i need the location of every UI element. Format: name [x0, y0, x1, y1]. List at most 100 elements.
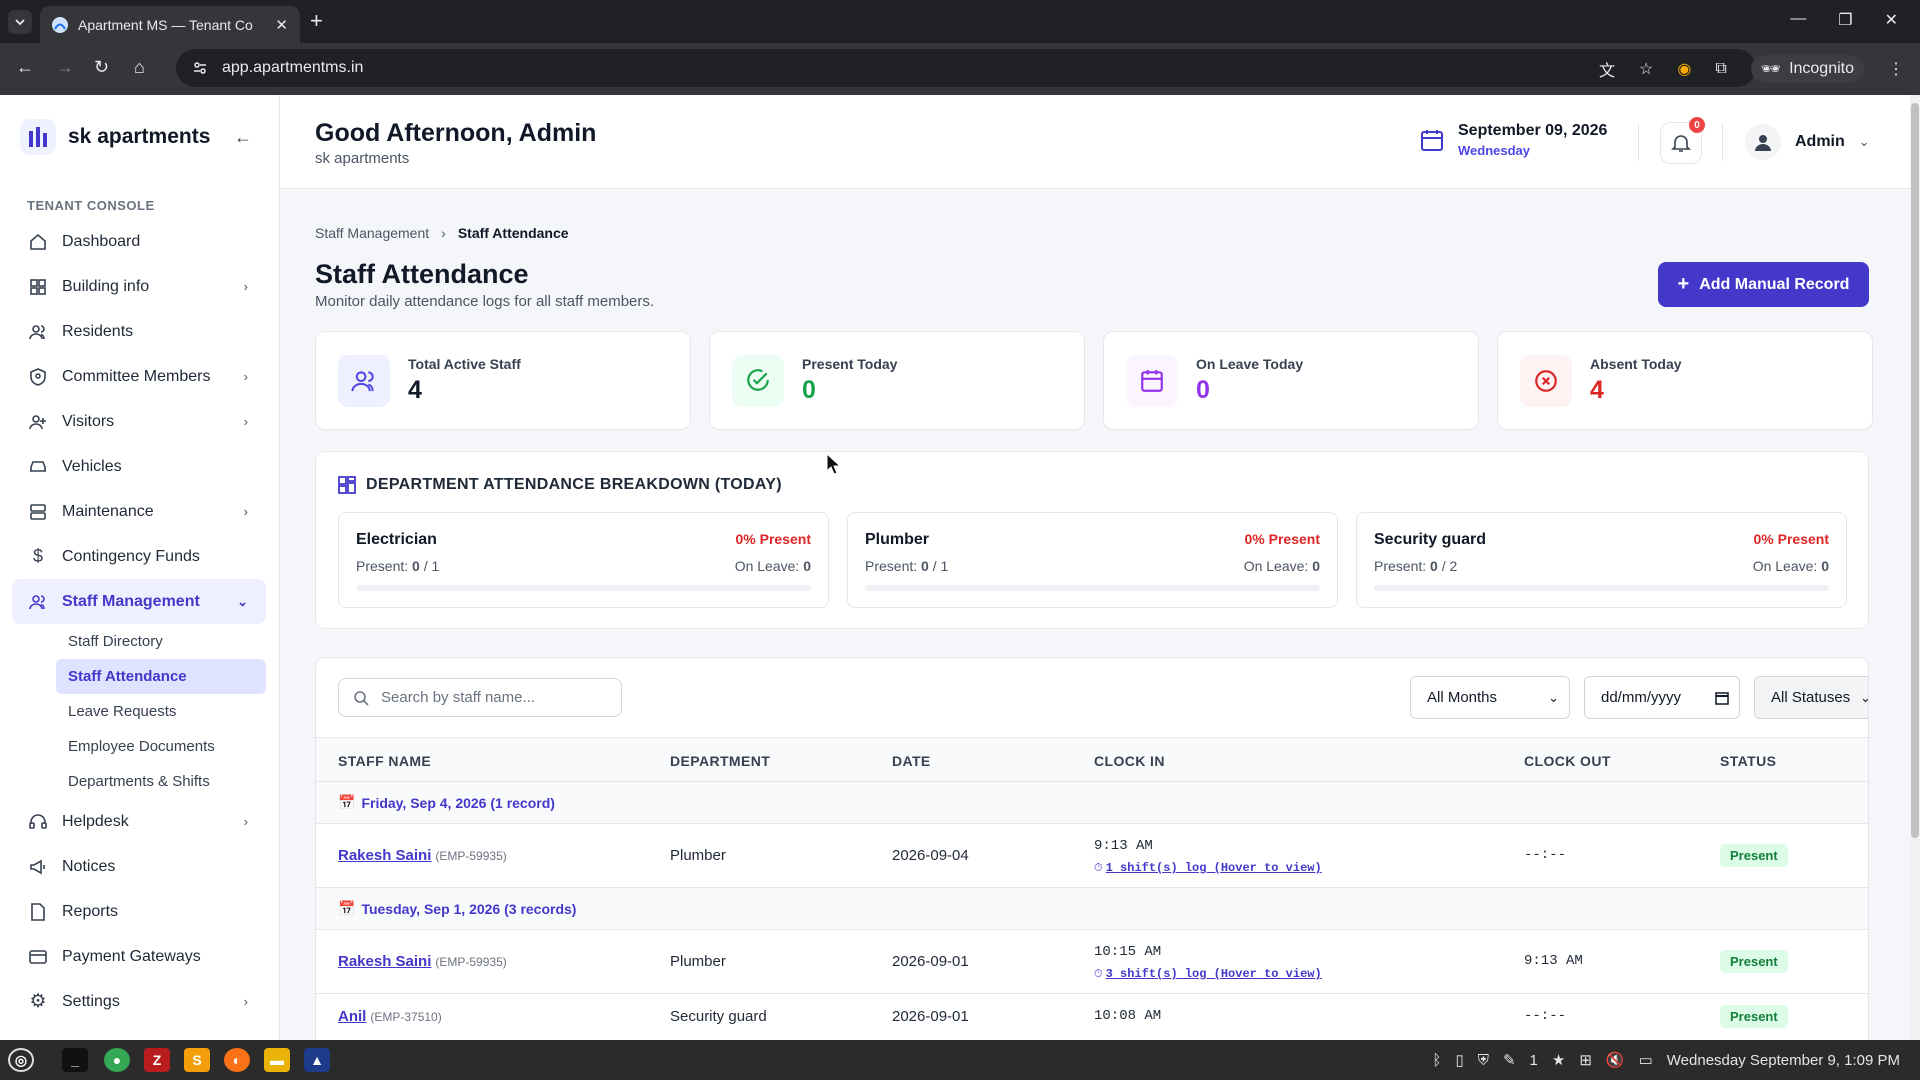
sidebar-subitem-departments-shifts[interactable]: Departments & Shifts — [56, 764, 266, 799]
browser-toolbar: ← → ↻ ⌂ app.apartmentms.in 文 ☆ ◉ ⧉ 🕶 Inc… — [0, 43, 1920, 95]
scrollbar-thumb[interactable] — [1911, 103, 1919, 838]
incognito-badge[interactable]: 🕶 Incognito — [1750, 55, 1864, 83]
extension-color-icon[interactable]: ◉ — [1677, 59, 1691, 79]
sidebar-item-helpdesk[interactable]: Helpdesk › — [12, 799, 266, 844]
main-content: Staff Management › Staff Attendance Staf… — [280, 189, 1910, 1040]
network-icon[interactable]: ⊞ — [1579, 1051, 1592, 1069]
add-manual-record-button[interactable]: + Add Manual Record — [1658, 262, 1869, 307]
battery-icon[interactable]: ▭ — [1639, 1051, 1653, 1069]
reload-icon[interactable]: ↻ — [94, 57, 109, 78]
department-card: Plumber 0% Present Present: 0 / 1 On Lea… — [847, 512, 1338, 608]
shift-log-link[interactable]: ⏱ 3 shift(s) log (Hover to view) — [1094, 964, 1322, 981]
brand[interactable]: sk apartments — [20, 119, 210, 155]
forward-icon[interactable]: → — [56, 57, 74, 78]
bluetooth-icon[interactable]: ᛒ — [1432, 1052, 1441, 1069]
month-select[interactable]: All Months ⌄ — [1410, 676, 1570, 719]
close-tab-icon[interactable]: ✕ — [275, 16, 288, 34]
sidebar-item-label: Dashboard — [62, 232, 141, 250]
home-icon — [28, 232, 48, 252]
department-card: Security guard 0% Present Present: 0 / 2… — [1356, 512, 1847, 608]
star-icon[interactable]: ★ — [1552, 1051, 1565, 1069]
browser-menu-icon[interactable]: ⋮ — [1888, 59, 1904, 79]
chevron-right-icon: › — [243, 414, 248, 429]
tab-search-button[interactable] — [8, 10, 32, 34]
sidebar-item-staff-management[interactable]: Staff Management ⌄ — [12, 579, 266, 624]
sidebar-item-vehicles[interactable]: Vehicles — [12, 444, 266, 489]
staff-name-link[interactable]: Rakesh Saini — [338, 953, 431, 970]
clock-out-cell: --:-- — [1524, 847, 1567, 863]
address-bar[interactable]: app.apartmentms.in — [176, 49, 1756, 87]
sidebar-subitem-staff-attendance[interactable]: Staff Attendance — [56, 659, 266, 694]
sidebar-item-committee-members[interactable]: Committee Members › — [12, 354, 266, 399]
collapse-sidebar-icon[interactable]: ← — [234, 127, 252, 148]
volume-muted-icon[interactable]: 🔇 — [1606, 1051, 1625, 1069]
file-icon — [28, 902, 48, 922]
sidebar-item-dashboard[interactable]: Dashboard — [12, 219, 266, 264]
calendar-icon: 📅 — [338, 900, 356, 916]
date-picker[interactable]: dd/mm/yyyy — [1584, 676, 1740, 719]
breadcrumb-parent[interactable]: Staff Management — [315, 225, 429, 241]
sidebar-item-residents[interactable]: Residents — [12, 309, 266, 354]
filezilla-icon[interactable]: Z — [144, 1048, 170, 1072]
date-group-label: Friday, Sep 4, 2026 (1 record) — [361, 794, 555, 811]
column-header: STATUS — [1720, 753, 1777, 769]
user-menu[interactable]: Admin ⌄ — [1745, 124, 1870, 160]
search-box[interactable] — [338, 678, 622, 717]
sidebar-item-visitors[interactable]: Visitors › — [12, 399, 266, 444]
staff-name-link[interactable]: Anil — [338, 1008, 366, 1025]
sidebar-item-label: Reports — [62, 902, 119, 920]
shift-log-link[interactable]: ⏱ 1 shift(s) log (Hover to view) — [1094, 858, 1322, 875]
sidebar-subitem-employee-documents[interactable]: Employee Documents — [56, 729, 266, 764]
status-select-value: All Statuses — [1771, 689, 1851, 706]
sidebar-item-building-info[interactable]: Building info › — [12, 264, 266, 309]
sidebar-item-contingency-funds[interactable]: $ Contingency Funds — [12, 534, 266, 579]
clock-in-cell: 10:15 AM — [1094, 944, 1162, 960]
sidebar-item-settings[interactable]: ⚙ Settings › — [12, 979, 266, 1024]
close-window-icon[interactable]: ✕ — [1885, 10, 1898, 30]
restore-icon[interactable]: ❐ — [1838, 10, 1852, 30]
sidebar-subitem-leave-requests[interactable]: Leave Requests — [56, 694, 266, 729]
browser-tab[interactable]: Apartment MS — Tenant Co ✕ — [40, 6, 300, 43]
search-input[interactable] — [381, 689, 601, 706]
current-date: September 09, 2026 Wednesday — [1420, 122, 1607, 158]
leave-prefix: On Leave: — [734, 558, 800, 574]
terminal-icon[interactable]: _ — [62, 1048, 88, 1072]
sidebar-item-maintenance[interactable]: Maintenance › — [12, 489, 266, 534]
extensions-puzzle-icon[interactable]: ⧉ — [1715, 60, 1726, 78]
firefox-icon[interactable]: ◐ — [224, 1048, 250, 1072]
notification-tray-icon[interactable]: ✎ — [1503, 1051, 1516, 1069]
site-info-icon[interactable] — [192, 60, 208, 76]
sidebar-item-notices[interactable]: Notices — [12, 844, 266, 889]
start-menu-icon[interactable]: ◎ — [8, 1048, 34, 1072]
minimize-icon[interactable]: — — [1790, 10, 1806, 30]
sublime-text-icon[interactable]: S — [184, 1048, 210, 1072]
status-select[interactable]: All Statuses ⌄ — [1754, 676, 1868, 719]
notifications-button[interactable]: 0 — [1660, 117, 1705, 164]
app-launcher-icon[interactable]: ▲ — [304, 1048, 330, 1072]
taskbar-clock[interactable]: Wednesday September 9, 1:09 PM — [1667, 1052, 1900, 1069]
sidebar-item-payment-gateways[interactable]: Payment Gateways — [12, 934, 266, 979]
new-tab-icon[interactable]: + — [310, 10, 323, 32]
staff-name-cell: Anil (EMP-37510) — [338, 1008, 442, 1025]
page-scrollbar[interactable] — [1910, 95, 1920, 1040]
staff-name-link[interactable]: Rakesh Saini — [338, 847, 431, 864]
translate-icon[interactable]: 文 — [1599, 57, 1615, 81]
back-icon[interactable]: ← — [16, 57, 34, 78]
sidebar-nav: Dashboard Building info › Residents Comm… — [12, 219, 266, 1024]
files-folder-icon[interactable]: ▬ — [264, 1048, 290, 1072]
chevron-down-icon: ⌄ — [237, 593, 248, 609]
month-select-value: All Months — [1427, 689, 1498, 706]
sidebar-subitem-staff-directory[interactable]: Staff Directory — [56, 624, 266, 659]
clipboard-icon[interactable]: ▯ — [1455, 1051, 1463, 1069]
chrome-icon[interactable]: ● — [104, 1048, 130, 1072]
users-icon — [28, 322, 48, 342]
sidebar-item-reports[interactable]: Reports — [12, 889, 266, 934]
sidebar-section-label: TENANT CONSOLE — [27, 198, 155, 213]
status-badge: Present — [1720, 844, 1788, 867]
home-icon[interactable]: ⌂ — [134, 57, 145, 78]
user-name: Admin — [1795, 133, 1845, 150]
shield-tray-icon[interactable]: ⛨ — [1478, 1052, 1489, 1069]
megaphone-icon — [28, 857, 48, 877]
bookmark-star-icon[interactable]: ☆ — [1639, 59, 1653, 79]
plus-icon: + — [1677, 273, 1690, 295]
